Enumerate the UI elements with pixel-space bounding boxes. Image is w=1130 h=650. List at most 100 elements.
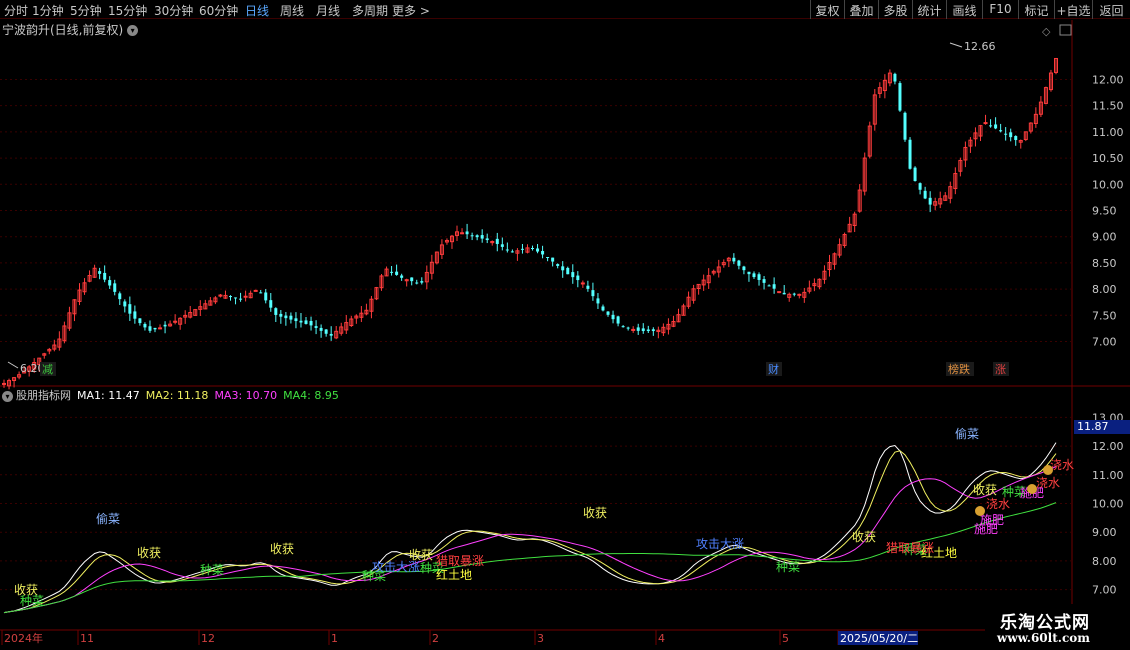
signal-label: 种菜 [200,563,224,577]
candle-body [465,231,469,235]
signal-label: 种菜 [776,560,800,574]
signal-label: 偷菜 [96,511,120,526]
indicator-tick: 8.00 [1092,555,1117,568]
signal-label: 收获 [270,542,294,556]
candle-body [601,306,605,311]
candle-body [616,316,620,324]
candle-body [536,248,540,252]
low-pointer [7,361,19,369]
indicator-tick: 11.00 [1092,469,1124,482]
candle-body [460,232,465,235]
current-value-badge: 11.87 [1074,420,1130,434]
time-label: 3 [537,632,544,645]
candle-body [289,315,293,320]
candle-body [253,289,258,292]
candle-body [606,311,610,315]
candle-body [737,260,741,266]
candle-body [163,324,167,327]
candle-body [928,197,932,205]
candle-body [415,282,419,284]
candle-body [234,297,238,299]
high-label: 12.66 [964,40,996,53]
money-bag-icon [975,506,985,516]
candle-body [259,292,263,294]
candle-body [510,251,514,253]
candle-body [903,112,907,140]
price-tick: 12.00 [1092,73,1124,86]
candle-body [329,333,333,336]
candle-body [475,235,479,238]
candle-body [309,320,313,326]
signal-label: 偷菜 [955,426,979,441]
money-bag-icon [1043,465,1053,475]
candle-body [410,277,414,282]
price-tick: 11.00 [1092,126,1124,139]
candle-body [893,73,897,82]
signal-label: 浇水 [986,497,1010,511]
candle-body [989,125,993,127]
candle-body [395,271,399,275]
candle-body [918,183,922,190]
candle-body [500,244,504,247]
candle-body [923,190,927,199]
candle-body [797,293,802,296]
candle-body [98,271,102,274]
chart-canvas[interactable]: 12.00 11.50 11.00 10.50 10.00 9.50 9.00 8.50 8.0… [0,0,1130,650]
time-label: 12 [201,632,215,645]
candle-body [541,250,545,255]
candle-body [148,326,152,331]
candle-body [269,300,273,308]
time-label: 2024年 [4,631,43,645]
candle-body [470,235,474,237]
candle-body [777,291,782,294]
candle-body [772,284,776,289]
candle-body [626,327,630,329]
candle-body [757,274,761,280]
candle-body [646,329,650,332]
candle-body [586,285,590,289]
candle-body [390,271,394,273]
price-tick: 10.00 [1092,178,1124,191]
candle-body [229,296,233,298]
time-label: 1 [331,632,338,645]
candle-body [113,283,117,292]
indicator-tick: 12.00 [1092,440,1124,453]
signal-label: 收获 [852,530,876,544]
time-label: 5 [782,632,789,645]
indicator-tick: 9.00 [1092,526,1117,539]
watermark-title: 乐淘公式网 [1000,613,1090,633]
price-tick: 7.50 [1092,309,1117,322]
ma4-line [3,502,1057,614]
time-label: 4 [658,632,665,645]
event-tag: 榜跌 [948,362,970,376]
candle-body [636,327,640,331]
candle-body [531,248,535,250]
candle-body [732,257,736,262]
candle-body [324,329,328,334]
candle-body [767,285,771,287]
candle-body [284,315,288,319]
candle-body [118,293,122,300]
candle-body [158,327,163,330]
candle-body [319,327,323,331]
price-tick: 9.00 [1092,231,1117,244]
event-tag: 涨 [995,363,1006,376]
candle-body [123,301,127,307]
candle-body [747,271,751,275]
indicator-tick: 10.00 [1092,498,1124,511]
candle-body [999,130,1003,132]
candle-body [314,326,318,328]
price-tick: 11.50 [1092,100,1124,113]
candle-body [299,320,303,323]
cursor-date: 2025/05/20/二 [840,632,918,645]
candle-body [596,298,600,304]
candle-body [495,238,499,244]
price-tick: 8.00 [1092,283,1117,296]
signal-label: 浇水 [1050,458,1074,472]
signal-label: 收获 [583,506,607,520]
candle-body [621,326,625,328]
candle-body [1004,133,1008,135]
candle-body [2,382,6,385]
candle-body [611,314,615,320]
candle-body [571,272,575,278]
